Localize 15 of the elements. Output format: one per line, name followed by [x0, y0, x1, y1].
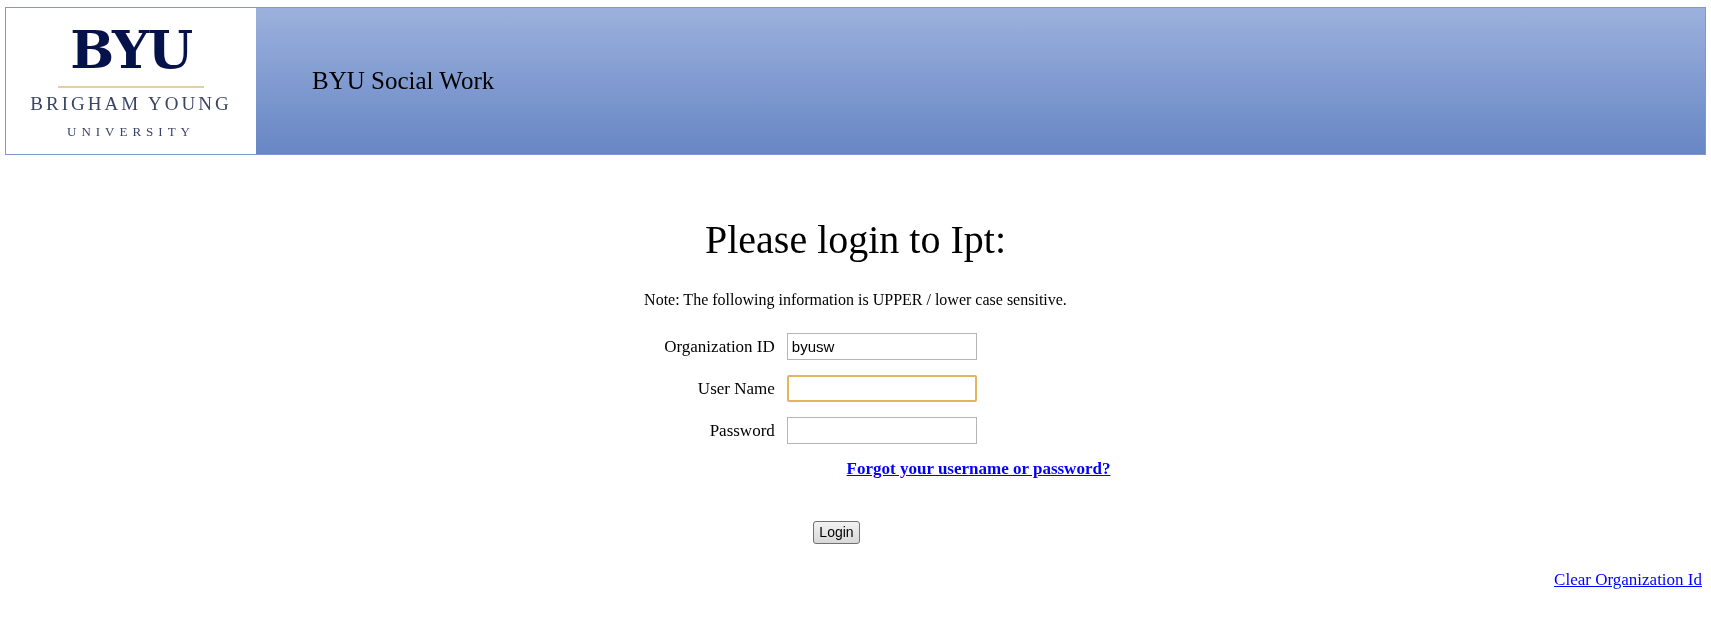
site-title: BYU Social Work [312, 66, 495, 97]
input-field[interactable] [786, 417, 977, 444]
field-label: Password [708, 419, 775, 442]
field-label: Organization ID [664, 335, 775, 358]
case-note: Note: The following information is UPPER / lower case sensitive. [644, 290, 1067, 311]
input-field[interactable]: byusw [786, 333, 977, 360]
logo-wordmark: BYU [70, 24, 192, 76]
clear-organization-link[interactable]: Clear Organization Id [1554, 566, 1702, 592]
page-heading: Please login to Ipt: [704, 220, 1007, 260]
input-field[interactable] [786, 375, 977, 402]
login-button[interactable]: Login [813, 520, 860, 544]
logo-text: UNIVERSITY [67, 125, 195, 138]
logo-text: BRIGHAM YOUNG [30, 94, 232, 113]
field-label: User Name [696, 377, 775, 400]
forgot-password-link[interactable]: Forgot your username or password? [846, 456, 1111, 482]
